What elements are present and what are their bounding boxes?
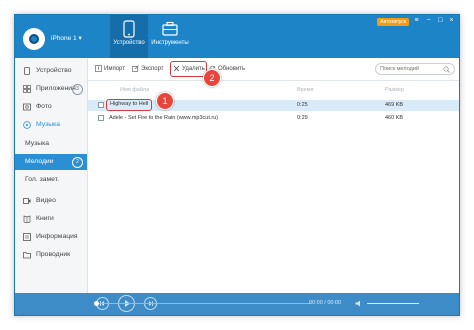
- sidebar-item-label: Гол. замет.: [25, 176, 59, 183]
- book-icon: [23, 215, 31, 223]
- main-content: Импорт Экспорт Удалить Обновить Имя файл…: [88, 58, 459, 293]
- sidebar-item-device[interactable]: Устройство: [15, 62, 87, 80]
- sidebar-item-explorer[interactable]: Проводник: [15, 246, 87, 264]
- sidebar-item-video[interactable]: Видео: [15, 192, 87, 210]
- close-icon[interactable]: ×: [447, 17, 456, 24]
- table-row[interactable]: Adele - Set Fire to the Rain (www.mp3cut…: [88, 113, 459, 124]
- row-title: Adele - Set Fire to the Rain (www.mp3cut…: [109, 115, 219, 121]
- table-row[interactable]: Highway to Hell 0:25 469 KB: [88, 99, 459, 111]
- row-time: 0:29: [297, 115, 308, 121]
- search-input[interactable]: [380, 65, 442, 73]
- volume-icon[interactable]: [355, 300, 363, 307]
- sidebar-item-label: Приложения: [36, 85, 76, 92]
- export-button[interactable]: Экспорт: [132, 64, 164, 74]
- photo-icon: [23, 103, 31, 111]
- sidebar-item-ringtones[interactable]: Мелодии 2: [15, 154, 87, 170]
- row-checkbox[interactable]: [98, 115, 104, 121]
- sidebar-item-label: Музыка: [25, 140, 50, 147]
- search-box[interactable]: [375, 63, 455, 75]
- minimize-icon[interactable]: −: [424, 17, 433, 24]
- tab-tools-label: Инструменты: [151, 40, 189, 46]
- device-selector[interactable]: iPhone 1 ▾: [51, 34, 82, 42]
- app-window: iPhone 1 ▾ Устройство Инструменты Автоза…: [14, 14, 460, 316]
- sidebar-item-photo[interactable]: Фото: [15, 98, 87, 116]
- sidebar: Устройство Приложения 3 Фото Музыка Музы…: [15, 58, 88, 293]
- sidebar-item-apps[interactable]: Приложения 3: [15, 80, 87, 98]
- search-icon: [443, 66, 450, 73]
- export-icon: [132, 65, 139, 72]
- apps-icon: [23, 85, 31, 93]
- apps-count-badge: 3: [72, 84, 83, 95]
- sidebar-item-info[interactable]: Информация: [15, 228, 87, 246]
- maximize-icon[interactable]: □: [436, 17, 445, 24]
- step-1-callout: 1: [156, 92, 174, 110]
- progress-knob[interactable]: [94, 301, 99, 306]
- play-time: 00:00 / 00:00: [309, 300, 342, 306]
- app-logo-icon: [23, 28, 45, 50]
- row-checkbox[interactable]: [98, 102, 104, 108]
- title-highlight: Highway to Hell: [106, 99, 153, 111]
- phone-icon: [24, 67, 30, 75]
- tab-tools[interactable]: Инструменты: [150, 15, 190, 58]
- title-bar: iPhone 1 ▾ Устройство Инструменты Автоза…: [15, 15, 459, 58]
- volume-slider[interactable]: [367, 303, 419, 304]
- row-size: 460 KB: [385, 115, 404, 121]
- delete-button[interactable]: Удалить: [173, 64, 205, 74]
- row-title: Highway to Hell: [110, 101, 149, 107]
- delete-icon: [173, 65, 180, 72]
- player-bar: 00:00 / 00:00: [15, 293, 459, 315]
- folder-icon: [23, 252, 31, 259]
- sidebar-item-label: Музыка: [36, 121, 61, 128]
- music-icon: [23, 121, 31, 129]
- import-button[interactable]: Импорт: [95, 64, 125, 74]
- phone-icon: [123, 20, 135, 38]
- import-icon: [95, 65, 102, 72]
- progress-track[interactable]: [96, 303, 311, 304]
- column-header-time[interactable]: Время: [297, 85, 314, 95]
- ringtones-count-badge: 2: [72, 157, 83, 168]
- row-time: 0:25: [297, 102, 308, 108]
- sidebar-item-books[interactable]: Книги: [15, 210, 87, 228]
- toolbar: Импорт Экспорт Удалить Обновить: [88, 58, 459, 81]
- autostart-badge[interactable]: Автозапуск: [377, 18, 409, 26]
- sidebar-item-label: Устройство: [36, 67, 72, 74]
- sidebar-item-label: Книги: [36, 215, 54, 222]
- row-size: 469 KB: [385, 102, 404, 108]
- sidebar-item-label: Фото: [36, 103, 52, 110]
- step-2-callout: 2: [203, 69, 221, 87]
- tab-device-label: Устройство: [113, 40, 145, 46]
- menu-icon[interactable]: ≡: [412, 17, 421, 24]
- delete-label: Удалить: [182, 66, 205, 72]
- sidebar-item-label: Видео: [36, 197, 56, 204]
- sidebar-item-music-sub[interactable]: Музыка: [15, 136, 87, 152]
- sidebar-item-label: Проводник: [36, 251, 71, 258]
- sidebar-item-label: Информация: [36, 233, 78, 240]
- export-label: Экспорт: [141, 66, 164, 72]
- video-icon: [23, 198, 31, 204]
- sidebar-item-music[interactable]: Музыка: [15, 116, 87, 134]
- info-icon: [23, 233, 31, 241]
- sidebar-item-label: Мелодии: [25, 158, 54, 165]
- sidebar-item-voice-memos[interactable]: Гол. замет.: [15, 172, 87, 188]
- import-label: Импорт: [104, 66, 125, 72]
- refresh-label: Обновить: [218, 66, 246, 72]
- column-header-name[interactable]: Имя файла: [120, 85, 149, 95]
- toolbox-icon: [162, 21, 178, 36]
- column-header-size[interactable]: Размер: [385, 85, 404, 95]
- tab-device[interactable]: Устройство: [110, 15, 148, 58]
